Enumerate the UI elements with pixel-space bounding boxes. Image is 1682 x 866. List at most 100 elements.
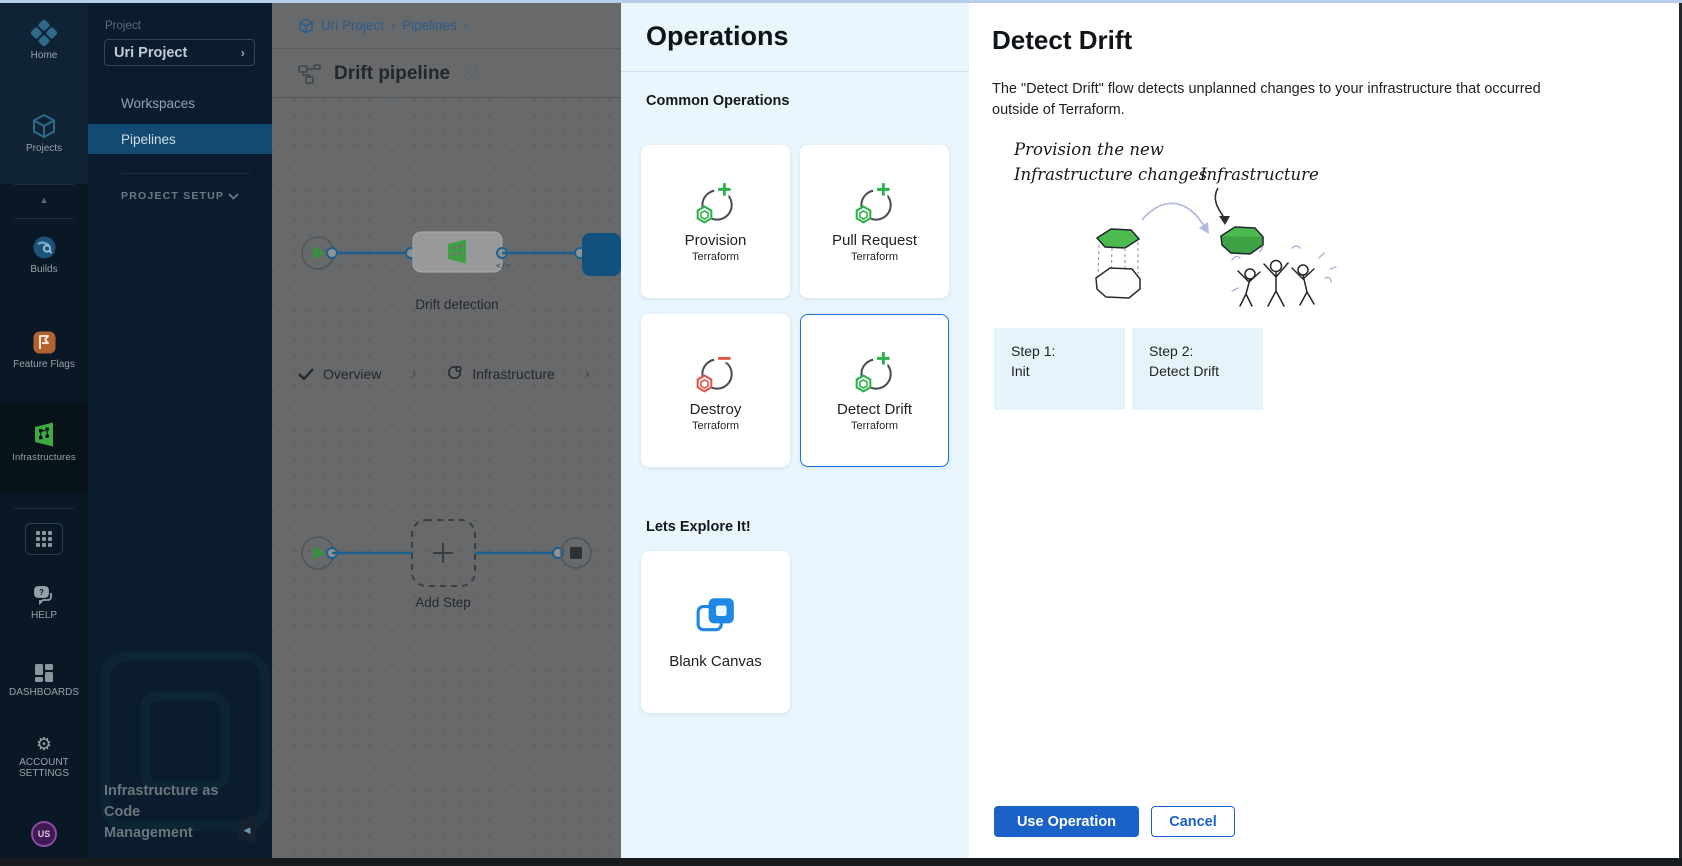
blank-canvas-icon — [695, 595, 737, 635]
operation-card-destroy[interactable]: Destroy Terraform — [641, 314, 790, 467]
step-name: Detect Drift — [1149, 361, 1263, 381]
nav-item-label: Workspaces — [121, 96, 195, 111]
sidebar-item-label: Feature Flags — [13, 359, 75, 370]
operation-card-provision[interactable]: Provision Terraform — [641, 145, 790, 298]
panel-description: The "Detect Drift" flow detects unplanne… — [992, 79, 1552, 122]
pipeline-canvas: Uri Project › Pipelines › Drift pipeline — [272, 3, 621, 858]
step-label: Step 2: — [1149, 341, 1263, 361]
project-label: Project — [105, 20, 141, 32]
card-subtitle: Terraform — [851, 251, 898, 263]
sidebar-item-label: HELP — [31, 610, 57, 621]
chevron-left-icon: ◀ — [244, 825, 251, 836]
gear-icon: ⚙ — [36, 735, 52, 753]
pipeline-stepper: Overview › Infrastructure › — [298, 365, 620, 382]
cancel-button[interactable]: Cancel — [1151, 806, 1235, 837]
svg-text:Provision the new: Provision the new — [1013, 140, 1164, 159]
step-label: Step 1: — [1011, 341, 1125, 361]
sidebar-item-label: Home — [31, 50, 58, 61]
card-subtitle: Terraform — [692, 251, 739, 263]
add-step-label: Add Step — [415, 595, 471, 610]
detect-drift-operation-icon — [852, 350, 898, 396]
help-chat-icon: ? — [33, 584, 55, 606]
operation-card-pull-request[interactable]: Pull Request Terraform — [800, 145, 949, 298]
drift-detection-node[interactable]: </> — [413, 232, 511, 272]
collapse-up-icon: ▲ — [40, 195, 49, 205]
app-window: Home Projects ▲ Builds — [0, 0, 1682, 866]
operation-cards: Provision Terraform Pull Request Terrafo… — [641, 145, 949, 467]
drawer-title: Operations — [646, 21, 789, 52]
nav-item-label: Pipelines — [121, 132, 176, 147]
card-title: Provision — [685, 232, 747, 249]
sidebar-item-builds[interactable]: Builds — [0, 235, 88, 275]
sidebar-item-label: Infrastructures — [12, 452, 76, 463]
provision-operation-icon — [693, 181, 739, 227]
step-box-1: Step 1: Init — [994, 328, 1125, 410]
tab-label: Infrastructure — [472, 366, 554, 382]
step-name: Init — [1011, 361, 1125, 381]
tab-label: Overview — [323, 366, 381, 382]
infrastructures-icon — [31, 421, 57, 448]
sidebar-item-workspaces[interactable]: Workspaces — [88, 88, 272, 118]
primary-sidebar: Home Projects ▲ Builds — [0, 3, 88, 858]
sidebar-item-dashboards[interactable]: DASHBOARDS — [0, 663, 88, 698]
avatar: US — [31, 821, 57, 847]
step-box-2: Step 2: Detect Drift — [1132, 328, 1263, 410]
builds-icon — [32, 235, 57, 260]
project-setup-section[interactable]: PROJECT SETUP — [121, 190, 239, 202]
sidebar-item-feature-flags[interactable]: Feature Flags — [0, 330, 88, 370]
tab-infrastructure[interactable]: Infrastructure — [446, 365, 554, 382]
breadcrumb: Uri Project › Pipelines › — [272, 3, 621, 49]
project-selector[interactable]: Uri Project › — [104, 39, 255, 66]
selected-stage-node[interactable] — [582, 233, 621, 276]
breadcrumb-separator: › — [464, 19, 468, 33]
user-avatar[interactable]: US — [0, 821, 88, 847]
flow-steps: Step 1: Init Step 2: Detect Drift — [994, 328, 1263, 410]
pull-request-operation-icon — [852, 181, 898, 227]
sidebar-item-home[interactable]: Home — [0, 20, 88, 61]
chevron-right-icon: › — [241, 45, 245, 60]
chevron-down-icon — [228, 193, 239, 200]
lets-explore-heading: Lets Explore It! — [646, 519, 751, 535]
panel-actions: Use Operation Cancel — [994, 806, 1235, 837]
chevron-right-icon: › — [585, 365, 590, 382]
grid-icon — [25, 523, 63, 555]
sidebar-item-pipelines[interactable]: Pipelines — [88, 124, 272, 154]
tab-overview[interactable]: Overview — [298, 366, 381, 382]
drift-illustration: Provision the new Infrastructure changes… — [992, 128, 1352, 318]
section-label: PROJECT SETUP — [121, 190, 224, 202]
card-subtitle: Terraform — [851, 420, 898, 432]
dashboards-icon — [34, 663, 54, 683]
sidebar-item-infrastructures[interactable]: Infrastructures — [0, 421, 88, 463]
breadcrumb-separator: › — [391, 19, 395, 33]
sidebar-item-help[interactable]: ? HELP — [0, 584, 88, 621]
panel-title: Detect Drift — [992, 25, 1132, 56]
sidebar-item-projects[interactable]: Projects — [0, 113, 88, 154]
common-operations-heading: Common Operations — [646, 93, 789, 109]
svg-text:</>: </> — [496, 261, 511, 270]
card-title: Destroy — [690, 401, 742, 418]
module-title: Infrastructure as Code Management — [104, 781, 218, 844]
sidebar-item-label: DASHBOARDS — [9, 687, 79, 698]
module-picker-button[interactable] — [0, 523, 88, 555]
pipeline-graph: </> Drift detection A — [272, 98, 621, 858]
stage-label: Drift detection — [415, 297, 498, 312]
execution-end-node[interactable] — [561, 538, 591, 568]
use-operation-button[interactable]: Use Operation — [994, 806, 1139, 837]
edit-pencil-icon[interactable] — [462, 65, 479, 82]
operation-card-detect-drift[interactable]: Detect Drift Terraform — [800, 314, 949, 467]
sidebar-item-label: ACCOUNT SETTINGS — [13, 757, 75, 779]
add-step-node[interactable] — [412, 520, 475, 586]
project-sidebar: Project Uri Project › Workspaces Pipelin… — [88, 3, 272, 858]
project-name: Uri Project — [114, 45, 187, 61]
breadcrumb-pipelines-link[interactable]: Pipelines — [402, 18, 457, 33]
pipeline-title: Drift pipeline — [334, 63, 450, 85]
sidebar-collapse-up[interactable]: ▲ — [0, 195, 88, 205]
destroy-operation-icon — [693, 350, 739, 396]
blank-canvas-card[interactable]: Blank Canvas — [641, 551, 790, 713]
window-bottom-bar — [0, 858, 1682, 866]
svg-text:Infrastructure changes: Infrastructure changes — [1013, 165, 1207, 184]
sidebar-item-account-settings[interactable]: ⚙ ACCOUNT SETTINGS — [0, 735, 88, 779]
breadcrumb-project-link[interactable]: Uri Project — [321, 18, 384, 33]
pipeline-flowchart-icon — [298, 64, 322, 84]
card-title: Detect Drift — [837, 401, 912, 418]
